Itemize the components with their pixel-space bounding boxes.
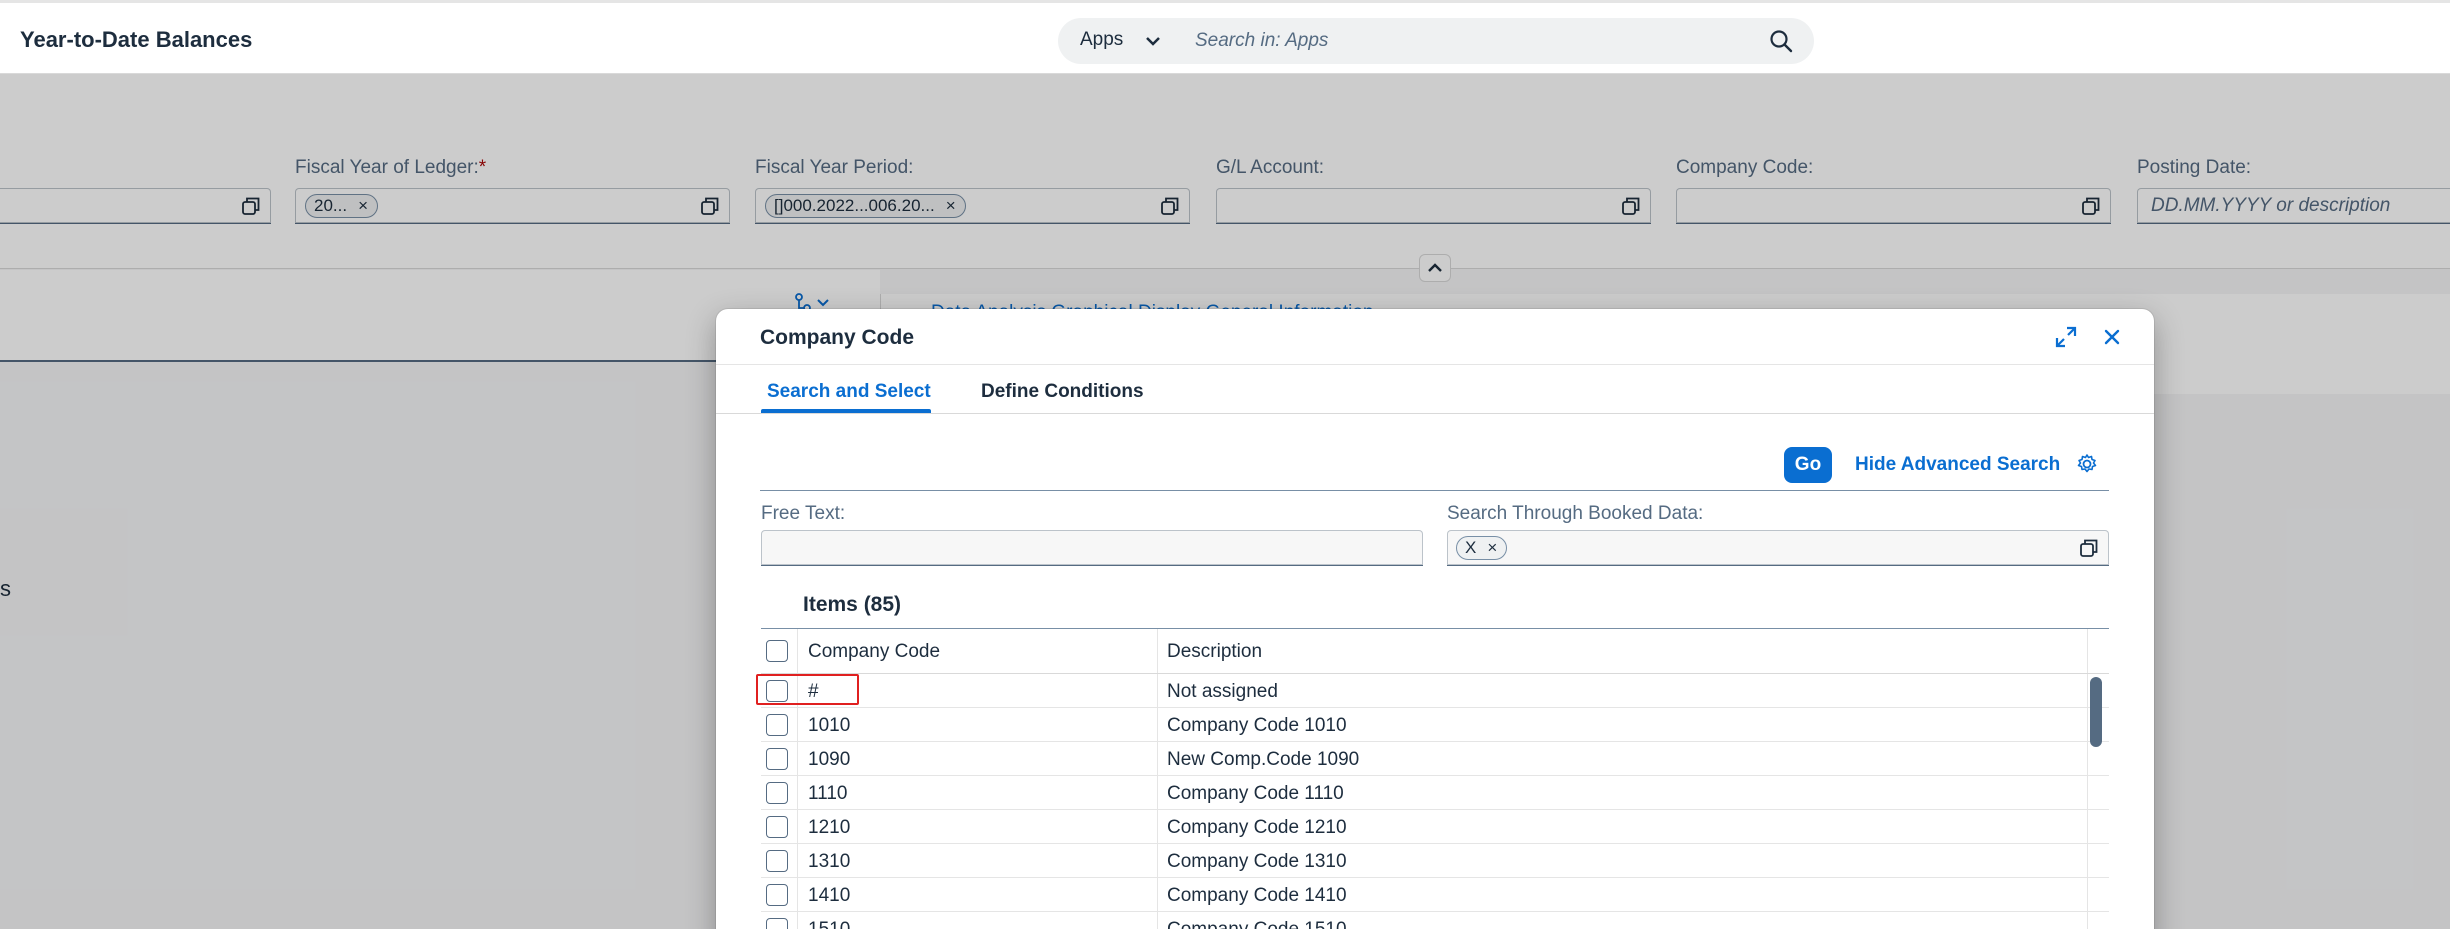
cell-company-code: 1210 xyxy=(808,817,851,838)
cell-description: Company Code 1410 xyxy=(1167,885,1347,906)
company-code-dialog: Company Code Search and Select Define Co… xyxy=(716,309,2154,929)
table-header: Company Code Description xyxy=(761,628,2109,674)
search-input[interactable]: Search in: Apps xyxy=(1195,30,1328,52)
row-checkbox[interactable] xyxy=(766,816,788,838)
booked-data-input[interactable]: X × xyxy=(1447,530,2109,566)
cell-company-code: 1510 xyxy=(808,919,850,929)
cell-company-code: 1090 xyxy=(808,749,851,770)
select-all-checkbox[interactable] xyxy=(766,640,788,662)
shell-search[interactable]: Apps Search in: Apps xyxy=(1058,18,1814,64)
row-checkbox[interactable] xyxy=(766,782,788,804)
shell-header: Year-to-Date Balances Apps Search in: Ap… xyxy=(0,0,2450,74)
cell-description: Company Code 1510 xyxy=(1167,919,1347,929)
row-checkbox[interactable] xyxy=(766,884,788,906)
cell-company-code: 1110 xyxy=(808,783,848,804)
divider xyxy=(716,413,2154,414)
row-checkbox[interactable] xyxy=(766,918,788,929)
divider xyxy=(760,490,2109,491)
table-row[interactable]: 1310 Company Code 1310 xyxy=(761,844,2109,878)
column-header-description[interactable]: Description xyxy=(1167,641,1262,663)
cell-company-code: 1010 xyxy=(808,715,851,736)
table-row[interactable]: 1510 Company Code 1510 xyxy=(761,912,2109,929)
row-checkbox[interactable] xyxy=(766,748,788,770)
table-row[interactable]: # Not assigned xyxy=(761,674,2109,708)
token-remove-icon[interactable]: × xyxy=(1487,538,1497,558)
divider xyxy=(716,364,2154,365)
value-help-icon[interactable] xyxy=(2079,538,2099,558)
row-checkbox[interactable] xyxy=(766,680,788,702)
column-header-company-code[interactable]: Company Code xyxy=(808,641,940,663)
table-row[interactable]: 1010 Company Code 1010 xyxy=(761,708,2109,742)
booked-data-label: Search Through Booked Data: xyxy=(1447,503,1704,524)
scrollbar-thumb[interactable] xyxy=(2090,677,2102,747)
items-title: Items (85) xyxy=(803,593,902,616)
row-checkbox[interactable] xyxy=(766,714,788,736)
tab-define-conditions[interactable]: Define Conditions xyxy=(981,381,1144,403)
cell-description: Company Code 1110 xyxy=(1167,783,1344,804)
search-scope-select[interactable]: Apps xyxy=(1080,29,1123,51)
table-row[interactable]: 1090 New Comp.Code 1090 xyxy=(761,742,2109,776)
expand-icon[interactable] xyxy=(2053,324,2079,350)
cell-description: Company Code 1210 xyxy=(1167,817,1347,838)
cell-description: New Comp.Code 1090 xyxy=(1167,749,1360,770)
free-text-input[interactable] xyxy=(761,530,1423,566)
cell-description: Not assigned xyxy=(1167,681,1278,702)
cell-description: Company Code 1310 xyxy=(1167,851,1347,872)
app-title: Year-to-Date Balances xyxy=(20,27,253,52)
cell-company-code: 1410 xyxy=(808,885,851,906)
cell-company-code: # xyxy=(808,681,819,702)
table-row[interactable]: 1410 Company Code 1410 xyxy=(761,878,2109,912)
cell-company-code: 1310 xyxy=(808,851,851,872)
hide-advanced-search-button[interactable]: Hide Advanced Search xyxy=(1855,454,2060,476)
row-checkbox[interactable] xyxy=(766,850,788,872)
go-button[interactable]: Go xyxy=(1784,447,1832,483)
gear-icon[interactable] xyxy=(2075,452,2099,476)
tab-search-and-select[interactable]: Search and Select xyxy=(767,381,931,403)
close-icon[interactable] xyxy=(2099,324,2125,350)
table-row[interactable]: 1210 Company Code 1210 xyxy=(761,810,2109,844)
filter-token[interactable]: X × xyxy=(1456,536,1508,560)
items-table: Company Code Description # Not assigned 1… xyxy=(761,628,2109,929)
cell-description: Company Code 1010 xyxy=(1167,715,1347,736)
table-row[interactable]: 1110 Company Code 1110 xyxy=(761,776,2109,810)
dialog-title: Company Code xyxy=(760,326,915,349)
search-icon[interactable] xyxy=(1768,28,1794,54)
free-text-label: Free Text: xyxy=(761,503,846,524)
chevron-down-icon[interactable] xyxy=(1141,29,1165,53)
